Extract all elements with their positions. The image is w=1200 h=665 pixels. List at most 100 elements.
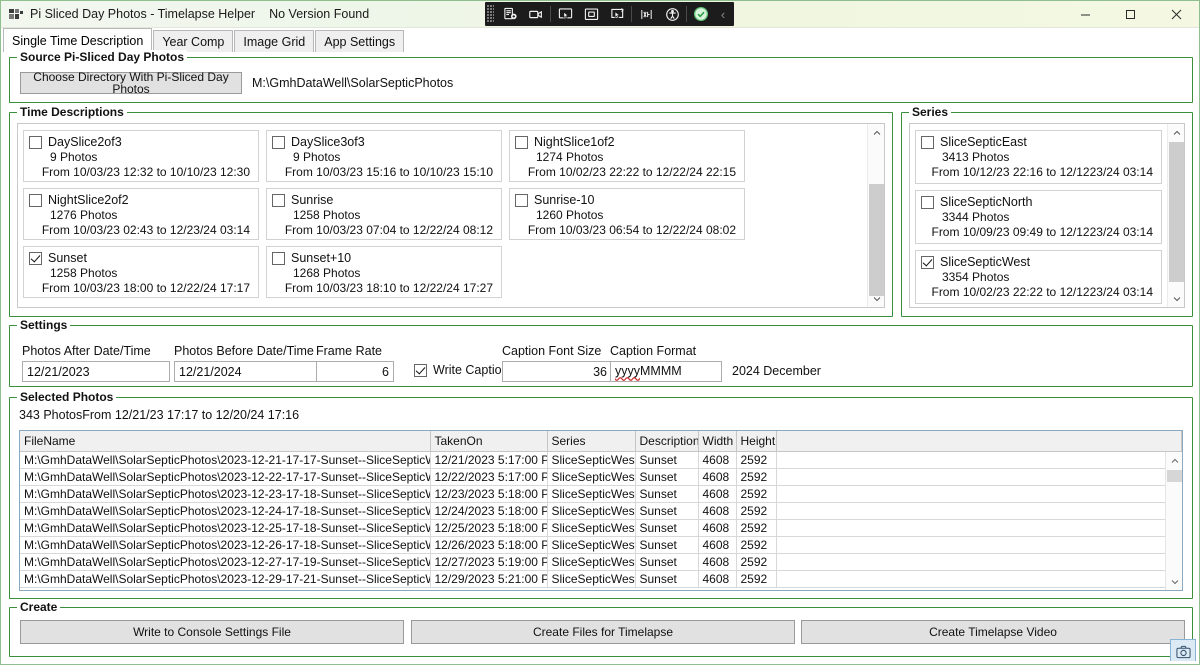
create-files-timelapse-button[interactable]: Create Files for Timelapse	[411, 620, 795, 644]
write-caption-checkbox[interactable]	[414, 363, 427, 377]
column-header-filler	[776, 431, 1182, 452]
series-cards: SliceSepticEast 3413 Photos From 10/12/2…	[910, 124, 1167, 307]
minimize-button[interactable]	[1063, 1, 1108, 28]
table-row[interactable]: M:\GmhDataWell\SolarSepticPhotos\2023-12…	[20, 451, 1182, 469]
time-description-card[interactable]: Sunset 1258 Photos From 10/03/23 18:00 t…	[23, 246, 259, 298]
time-description-card[interactable]: Sunrise-10 1260 Photos From 10/03/23 06:…	[509, 188, 745, 240]
column-header-filename[interactable]: FileName	[20, 431, 431, 452]
time-descriptions-scrollbar[interactable]	[867, 124, 884, 307]
cell-height: 2592	[736, 553, 777, 571]
column-header-description[interactable]: Description	[635, 431, 699, 452]
time-description-card[interactable]: Sunset+10 1268 Photos From 10/03/23 18:1…	[266, 246, 502, 298]
scroll-down-icon[interactable]	[868, 290, 884, 307]
cell-series: SliceSepticWest	[547, 502, 636, 520]
frame-rate-input[interactable]	[316, 361, 394, 382]
tab-image-grid[interactable]: Image Grid	[234, 30, 315, 52]
scroll-up-icon[interactable]	[868, 124, 884, 141]
column-header-takenon[interactable]: TakenOn	[430, 431, 548, 452]
table-row[interactable]: M:\GmhDataWell\SolarSepticPhotos\2023-12…	[20, 519, 1182, 537]
maximize-button[interactable]	[1108, 1, 1153, 28]
click-pointer-icon[interactable]	[552, 3, 578, 25]
scroll-down-icon[interactable]	[1168, 290, 1184, 307]
time-description-checkbox[interactable]	[29, 251, 42, 265]
time-description-checkbox[interactable]	[515, 135, 528, 149]
column-header-width[interactable]: Width	[698, 431, 737, 452]
table-row[interactable]: M:\GmhDataWell\SolarSepticPhotos\2023-12…	[20, 485, 1182, 503]
computer-use-toolbar[interactable]: ‹	[485, 2, 734, 26]
record-video-icon[interactable]	[523, 3, 549, 25]
time-description-checkbox[interactable]	[29, 193, 42, 207]
time-description-checkbox[interactable]	[272, 193, 285, 207]
table-row[interactable]: M:\GmhDataWell\SolarSepticPhotos\2023-12…	[20, 468, 1182, 486]
cell-height: 2592	[736, 451, 777, 469]
series-count: 3344 Photos	[942, 210, 1010, 224]
time-description-checkbox[interactable]	[515, 193, 528, 207]
scrollbar-thumb[interactable]	[1167, 470, 1182, 482]
photos-grid-scrollbar[interactable]	[1165, 452, 1182, 590]
accessibility-icon[interactable]	[659, 3, 685, 25]
scroll-up-icon[interactable]	[1168, 124, 1184, 141]
series-card[interactable]: SliceSepticWest 3354 Photos From 10/02/2…	[915, 250, 1162, 304]
series-checkbox[interactable]	[921, 135, 934, 149]
table-row[interactable]: M:\GmhDataWell\SolarSepticPhotos\2023-12…	[20, 553, 1182, 571]
column-header-series[interactable]: Series	[547, 431, 636, 452]
series-checkbox[interactable]	[921, 195, 934, 209]
scrollbar-thumb[interactable]	[1169, 142, 1184, 282]
cell-height: 2592	[736, 485, 777, 503]
series-card[interactable]: SliceSepticNorth 3344 Photos From 10/09/…	[915, 190, 1162, 244]
write-console-settings-button[interactable]: Write to Console Settings File	[20, 620, 404, 644]
time-description-card[interactable]: Sunrise 1258 Photos From 10/03/23 07:04 …	[266, 188, 502, 240]
confirm-check-icon[interactable]	[688, 3, 714, 25]
series-card[interactable]: SliceSepticEast 3413 Photos From 10/12/2…	[915, 130, 1162, 184]
photos-before-label: Photos Before Date/Time	[174, 344, 314, 358]
cell-filler	[776, 553, 1182, 571]
time-description-name: DaySlice2of3	[48, 135, 122, 149]
collapse-toolbar-button[interactable]: ‹	[714, 3, 732, 25]
settings-group-legend: Settings	[17, 318, 71, 332]
caption-font-size-input[interactable]	[502, 361, 612, 382]
take-screenshot-icon[interactable]	[497, 3, 523, 25]
table-row[interactable]: M:\GmhDataWell\SolarSepticPhotos\2023-12…	[20, 502, 1182, 520]
time-description-checkbox[interactable]	[272, 251, 285, 265]
create-timelapse-video-button[interactable]: Create Timelapse Video	[801, 620, 1185, 644]
create-group-legend: Create	[17, 600, 61, 614]
photos-before-input[interactable]	[174, 361, 322, 382]
selected-photos-legend: Selected Photos	[17, 390, 117, 404]
drag-pointer-icon[interactable]	[604, 3, 630, 25]
series-checkbox[interactable]	[921, 255, 934, 269]
caption-format-input[interactable]: yyyy MMMM	[610, 361, 722, 382]
toolbar-drag-handle[interactable]	[487, 5, 494, 23]
series-group-legend: Series	[909, 105, 952, 119]
photos-after-input[interactable]	[22, 361, 170, 382]
cell-description: Sunset	[635, 570, 699, 588]
write-caption-checkbox-row[interactable]: Write Caption	[414, 363, 509, 377]
time-description-range: From 10/03/23 18:00 to 12/22/24 17:17	[41, 281, 250, 295]
series-name: SliceSepticWest	[940, 255, 1031, 269]
scrollbar-thumb[interactable]	[869, 184, 884, 296]
time-description-range: From 10/03/23 12:32 to 10/10/23 12:30	[41, 165, 250, 179]
cell-series: SliceSepticWest	[547, 485, 636, 503]
keyboard-icon[interactable]	[633, 3, 659, 25]
selected-photos-grid[interactable]: FileName TakenOn Series Description Widt…	[19, 430, 1183, 591]
tab-app-settings[interactable]: App Settings	[315, 30, 405, 52]
time-description-card[interactable]: NightSlice2of2 1276 Photos From 10/03/23…	[23, 188, 259, 240]
tab-year-comp[interactable]: Year Comp	[153, 30, 234, 52]
time-description-card[interactable]: DaySlice2of3 9 Photos From 10/03/23 12:3…	[23, 130, 259, 182]
series-scrollbar[interactable]	[1167, 124, 1184, 307]
choose-directory-button[interactable]: Choose Directory With Pi-Sliced Day Phot…	[20, 71, 242, 95]
table-row[interactable]: M:\GmhDataWell\SolarSepticPhotos\2023-12…	[20, 536, 1182, 554]
select-region-icon[interactable]	[578, 3, 604, 25]
scroll-down-icon[interactable]	[1166, 573, 1182, 590]
close-button[interactable]	[1153, 1, 1199, 28]
time-description-card[interactable]: NightSlice1of2 1274 Photos From 10/02/23…	[509, 130, 745, 182]
time-description-checkbox[interactable]	[272, 135, 285, 149]
time-description-checkbox[interactable]	[29, 135, 42, 149]
tab-single-time-description[interactable]: Single Time Description	[3, 28, 153, 52]
time-description-card[interactable]: DaySlice3of3 9 Photos From 10/03/23 15:1…	[266, 130, 502, 182]
table-row[interactable]: M:\GmhDataWell\SolarSepticPhotos\2023-12…	[20, 570, 1182, 588]
scroll-up-icon[interactable]	[1166, 452, 1182, 469]
cell-height: 2592	[736, 519, 777, 537]
cell-takenon: 12/25/2023 5:18:00 PM	[430, 519, 548, 537]
column-header-height[interactable]: Height	[736, 431, 777, 452]
series-count: 3354 Photos	[942, 270, 1010, 284]
